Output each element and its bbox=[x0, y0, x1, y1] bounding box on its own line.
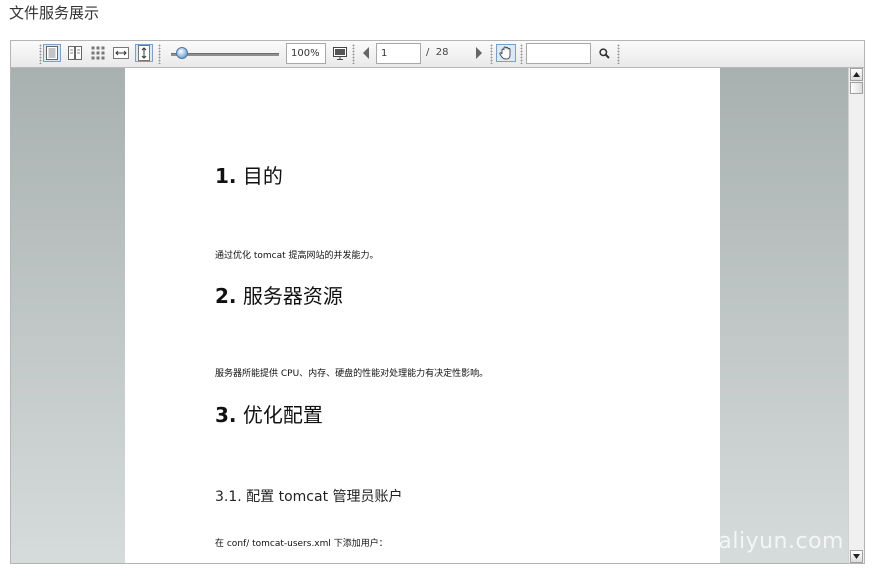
zoom-slider-handle[interactable] bbox=[176, 47, 188, 59]
triangle-left-icon bbox=[363, 47, 369, 59]
document-viewer: / 28 1. 目的 通过优化 to bbox=[10, 40, 865, 564]
toolbar-separator bbox=[158, 44, 161, 64]
viewer-toolbar: / 28 bbox=[11, 41, 864, 68]
toolbar-separator bbox=[39, 44, 42, 64]
page-total: / 28 bbox=[426, 47, 449, 58]
pan-tool-button[interactable] bbox=[496, 44, 516, 62]
search-icon bbox=[598, 47, 610, 59]
toolbar-separator bbox=[490, 44, 493, 64]
vertical-scrollbar[interactable] bbox=[848, 68, 864, 563]
previous-page-button[interactable] bbox=[357, 44, 375, 62]
arrow-down-icon bbox=[853, 554, 860, 559]
two-page-icon bbox=[68, 46, 82, 60]
toolbar-separator bbox=[352, 44, 355, 64]
section-heading-2: 2. 服务器资源 bbox=[215, 280, 343, 309]
thumbnail-view-button[interactable] bbox=[89, 44, 107, 62]
section-number: 1. bbox=[215, 164, 237, 188]
scroll-up-button[interactable] bbox=[850, 68, 863, 81]
paragraph-3: 在 conf/ tomcat-users.xml 下添加用户： bbox=[215, 539, 388, 549]
fit-width-button[interactable] bbox=[112, 44, 130, 62]
search-input[interactable] bbox=[526, 43, 591, 64]
toolbar-separator bbox=[617, 44, 620, 64]
paragraph-1: 通过优化 tomcat 提高网站的并发能力。 bbox=[215, 251, 379, 261]
fit-height-button[interactable] bbox=[135, 44, 153, 62]
fit-width-icon bbox=[113, 47, 129, 59]
section-heading-3: 3. 优化配置 bbox=[215, 399, 323, 428]
section-title: 目的 bbox=[242, 164, 283, 188]
subsection-heading: 3.1. 配置 tomcat 管理员账户 bbox=[215, 489, 403, 505]
grid-icon bbox=[91, 46, 105, 60]
page-title: 文件服务展示 bbox=[9, 4, 100, 22]
single-page-view-button[interactable] bbox=[43, 44, 61, 62]
current-page-input[interactable] bbox=[376, 43, 421, 64]
fit-height-icon bbox=[138, 45, 150, 61]
two-page-view-button[interactable] bbox=[66, 44, 84, 62]
scrollbar-thumb[interactable] bbox=[850, 82, 863, 94]
section-heading-1: 1. 目的 bbox=[215, 160, 283, 189]
toolbar-separator bbox=[520, 44, 523, 64]
search-button[interactable] bbox=[595, 44, 613, 62]
next-page-button[interactable] bbox=[470, 44, 488, 62]
monitor-icon bbox=[333, 46, 347, 60]
hand-icon bbox=[499, 46, 511, 60]
document-scroll-area[interactable]: 1. 目的 通过优化 tomcat 提高网站的并发能力。 2. 服务器资源 服务… bbox=[11, 68, 850, 563]
single-page-icon bbox=[46, 46, 58, 60]
arrow-up-icon bbox=[853, 72, 860, 77]
section-title: 服务器资源 bbox=[242, 284, 343, 308]
fullscreen-button[interactable] bbox=[331, 44, 349, 62]
watermark-text: 云栖社区 yq.aliyun.com bbox=[585, 529, 844, 554]
section-number: 2. bbox=[215, 284, 237, 308]
scroll-down-button[interactable] bbox=[850, 550, 863, 563]
triangle-right-icon bbox=[476, 47, 482, 59]
paragraph-2: 服务器所能提供 CPU、内存、硬盘的性能对处理能力有决定性影响。 bbox=[215, 369, 489, 379]
zoom-percent-input[interactable] bbox=[286, 43, 326, 64]
section-number: 3. bbox=[215, 403, 237, 427]
section-title: 优化配置 bbox=[242, 403, 323, 427]
document-page: 1. 目的 通过优化 tomcat 提高网站的并发能力。 2. 服务器资源 服务… bbox=[125, 68, 720, 563]
